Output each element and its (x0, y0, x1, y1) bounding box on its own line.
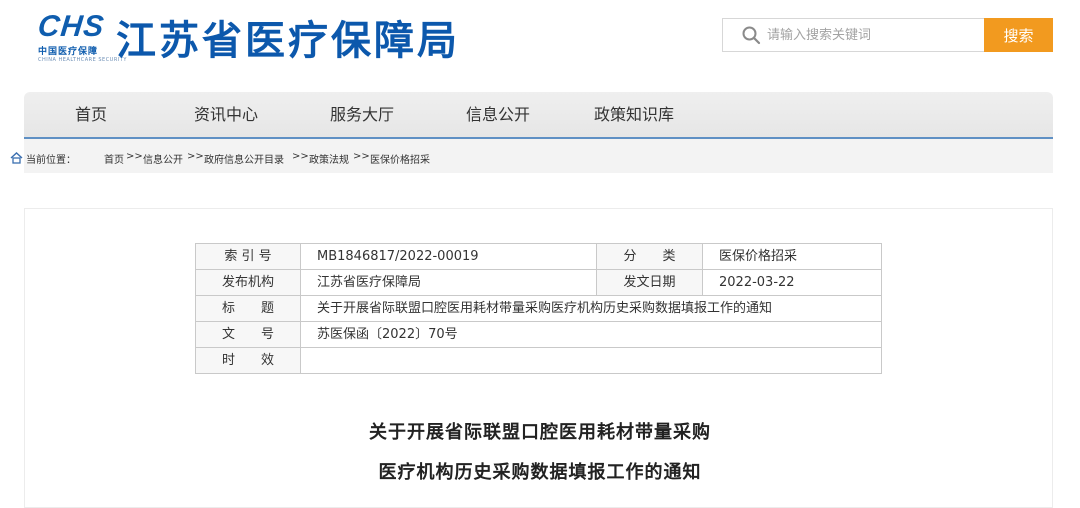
logo-chinese-text: 中国医疗保障 (38, 47, 99, 57)
publisher-label: 发布机构 (195, 269, 301, 296)
validity-value (300, 347, 882, 374)
docno-label: 文 号 (195, 321, 301, 348)
logo-english-text: CHINA HEALTHCARE SECURITY (38, 57, 127, 63)
title-value: 关于开展省际联盟口腔医用耗材带量采购医疗机构历史采购数据填报工作的通知 (300, 295, 882, 322)
validity-label: 时 效 (195, 347, 301, 374)
nav-item-news[interactable]: 资讯中心 (188, 92, 264, 137)
breadcrumb-item-catalog[interactable]: 政府信息公开目录 (204, 151, 284, 166)
table-row: 标 题 关于开展省际联盟口腔医用耗材带量采购医疗机构历史采购数据填报工作的通知 (195, 295, 882, 322)
docno-value: 苏医保函〔2022〕70号 (300, 321, 882, 348)
nav-item-policy-library[interactable]: 政策知识库 (588, 92, 680, 137)
nav-item-home[interactable]: 首页 (60, 92, 122, 137)
breadcrumb-item-home[interactable]: 首页 (104, 151, 124, 166)
breadcrumb-item-regulations[interactable]: 政策法规 (309, 151, 349, 166)
home-icon (10, 152, 23, 164)
breadcrumb-separator: >> (292, 151, 309, 162)
table-row: 时 效 (195, 347, 882, 374)
index-value: MB1846817/2022-00019 (300, 243, 597, 270)
category-label: 分 类 (596, 243, 703, 270)
search-icon (742, 26, 761, 45)
search-box[interactable] (722, 18, 984, 52)
breadcrumb-item-current[interactable]: 医保价格招采 (370, 151, 430, 166)
title-label: 标 题 (195, 295, 301, 322)
breadcrumb-label: 当前位置： (26, 155, 76, 166)
document-meta-table: 索 引 号 MB1846817/2022-00019 分 类 医保价格招采 发布… (195, 243, 882, 374)
search-button[interactable]: 搜索 (984, 18, 1053, 52)
publisher-value: 江苏省医疗保障局 (300, 269, 597, 296)
site-title[interactable]: 江苏省医疗保障局 (116, 8, 460, 66)
date-value: 2022-03-22 (702, 269, 882, 296)
table-row: 索 引 号 MB1846817/2022-00019 分 类 医保价格招采 (195, 243, 882, 270)
table-row: 文 号 苏医保函〔2022〕70号 (195, 321, 882, 348)
nav-item-info-disclosure[interactable]: 信息公开 (460, 92, 536, 137)
nav-item-services[interactable]: 服务大厅 (324, 92, 400, 137)
index-label: 索 引 号 (195, 243, 301, 270)
main-nav: 首页 资讯中心 服务大厅 信息公开 政策知识库 (24, 92, 1053, 139)
breadcrumb-separator: >> (353, 151, 370, 162)
article-title-line-2: 医疗机构历史采购数据填报工作的通知 (378, 462, 702, 483)
article-title-line-1: 关于开展省际联盟口腔医用耗材带量采购 (369, 422, 711, 443)
breadcrumb-separator: >> (187, 151, 204, 162)
breadcrumb-separator: >> (126, 151, 143, 162)
date-label: 发文日期 (596, 269, 703, 296)
search-input[interactable] (767, 21, 977, 49)
table-row: 发布机构 江苏省医疗保障局 发文日期 2022-03-22 (195, 269, 882, 296)
category-value: 医保价格招采 (702, 243, 882, 270)
logo-mark: CHS (36, 10, 107, 43)
breadcrumb-item-info-disclosure[interactable]: 信息公开 (143, 151, 183, 166)
